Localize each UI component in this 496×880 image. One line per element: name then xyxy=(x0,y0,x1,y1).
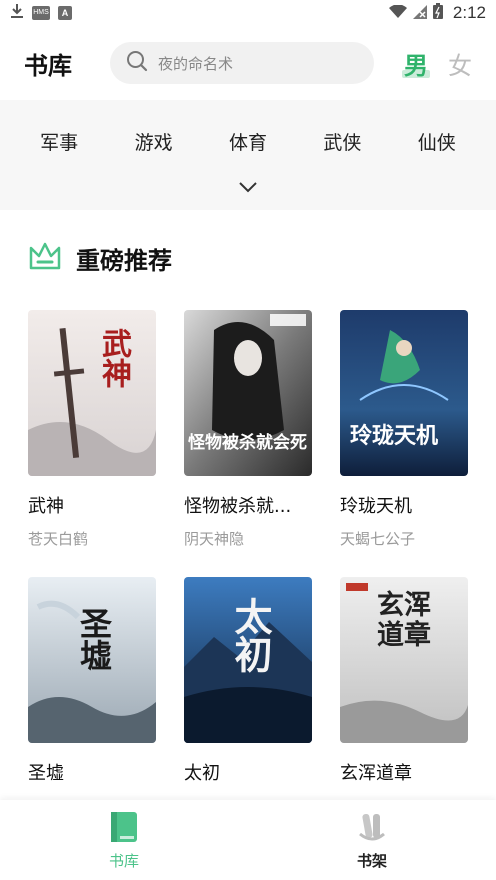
download-icon xyxy=(10,3,24,23)
book-title: 怪物被杀就... xyxy=(184,496,292,517)
gender-male-tab[interactable]: 男 xyxy=(402,46,430,81)
nav-shelf[interactable]: 书架 xyxy=(248,800,496,880)
crown-icon xyxy=(28,240,62,276)
book-cover[interactable]: 圣墟 xyxy=(28,577,156,743)
bookshelf-icon xyxy=(356,810,388,848)
nav-library[interactable]: 书库 xyxy=(0,800,248,880)
gender-female-tab[interactable]: 女 xyxy=(448,46,472,81)
cover-text: 太初 xyxy=(228,597,273,673)
search-input[interactable]: 夜的命名术 xyxy=(110,42,374,84)
search-icon xyxy=(126,50,148,76)
book-title: 玄浑道章 xyxy=(340,763,412,784)
cover-text: 武神 xyxy=(96,328,131,388)
book-card[interactable]: 武神 武神 苍天白鹤 xyxy=(28,310,156,549)
book-title: 太初 xyxy=(184,763,220,784)
page-title: 书库 xyxy=(24,51,72,80)
a-icon: A xyxy=(58,6,72,20)
cover-text: 圣墟 xyxy=(75,607,113,671)
category-wuxia[interactable]: 武侠 xyxy=(299,128,385,155)
book-title: 玲珑天机 xyxy=(340,496,412,517)
battery-icon xyxy=(432,3,443,23)
book-card[interactable]: 圣墟 圣墟 xyxy=(28,577,156,785)
book-title: 武神 xyxy=(28,496,64,517)
top-header: 书库 夜的命名术 男 女 xyxy=(0,26,496,100)
book-author: 苍天白鹤 xyxy=(28,530,89,548)
book-card[interactable]: 怪物被杀就会死 怪物被杀就... 阴天神隐 xyxy=(184,310,312,549)
book-title: 圣墟 xyxy=(28,763,64,784)
book-icon xyxy=(108,810,140,848)
book-card[interactable]: 玄浑道章 玄浑道章 xyxy=(340,577,468,785)
book-cover[interactable]: 太初 xyxy=(184,577,312,743)
clock: 2:12 xyxy=(452,3,486,22)
search-placeholder: 夜的命名术 xyxy=(158,54,234,73)
category-bar: 军事 游戏 体育 武侠 仙侠 xyxy=(0,100,496,210)
book-cover[interactable]: 怪物被杀就会死 xyxy=(184,310,312,476)
section-header: 重磅推荐 xyxy=(28,240,172,276)
gender-switch: 男 女 xyxy=(402,46,472,81)
hms-icon: HMS xyxy=(32,6,50,20)
chevron-down-icon[interactable] xyxy=(238,178,258,197)
book-cover[interactable]: 武神 xyxy=(28,310,156,476)
nav-shelf-label: 书架 xyxy=(356,851,387,870)
category-sports[interactable]: 体育 xyxy=(205,128,291,155)
no-signal-icon xyxy=(412,4,427,23)
bottom-nav: 书库 书架 xyxy=(0,800,496,880)
book-author: 阴天神隐 xyxy=(184,530,245,548)
book-author: 天蝎七公子 xyxy=(340,530,416,548)
cover-text: 玄浑道章 xyxy=(377,590,431,651)
wifi-icon xyxy=(388,3,407,23)
book-card[interactable]: 玲珑天机 玲珑天机 天蝎七公子 xyxy=(340,310,468,549)
book-card[interactable]: 太初 太初 xyxy=(184,577,312,785)
book-cover[interactable]: 玲珑天机 xyxy=(340,310,468,476)
status-bar: HMS A 2:12 xyxy=(0,0,496,26)
cover-text: 玲珑天机 xyxy=(350,423,439,449)
nav-library-label: 书库 xyxy=(108,851,139,870)
category-xianxia[interactable]: 仙侠 xyxy=(394,128,480,155)
cover-text: 怪物被杀就会死 xyxy=(188,433,307,453)
section-title: 重磅推荐 xyxy=(76,246,172,275)
book-cover[interactable]: 玄浑道章 xyxy=(340,577,468,743)
category-military[interactable]: 军事 xyxy=(16,128,102,155)
category-games[interactable]: 游戏 xyxy=(111,128,197,155)
